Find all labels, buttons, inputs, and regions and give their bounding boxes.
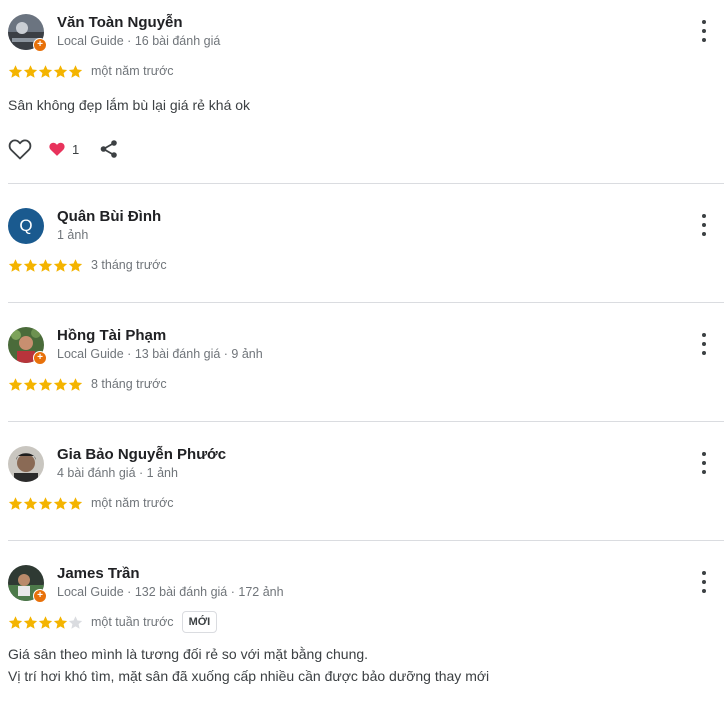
star-filled-icon — [8, 377, 23, 391]
star-rating — [8, 615, 83, 630]
reviewer-name[interactable]: James Trần — [57, 565, 284, 583]
star-filled-icon — [53, 64, 68, 78]
local-guide-badge-icon: + — [33, 589, 47, 603]
review-time: một năm trước — [91, 496, 174, 510]
star-filled-icon — [38, 258, 53, 272]
star-filled-icon — [38, 615, 53, 629]
reviewer-avatar[interactable] — [8, 446, 44, 482]
avatar-letter: Q — [8, 208, 44, 244]
star-rating — [8, 496, 83, 511]
heart-filled-icon — [49, 142, 65, 156]
star-filled-icon — [23, 64, 38, 78]
review-time: 3 tháng trước — [91, 258, 167, 272]
star-filled-icon — [68, 377, 83, 391]
star-filled-icon — [23, 615, 38, 629]
star-filled-icon — [68, 258, 83, 272]
reviewer-stats: 1 ảnh — [57, 228, 89, 242]
review-card: Gia Bảo Nguyễn Phước 4 bài đánh giá · 1 … — [0, 422, 716, 512]
star-filled-icon — [8, 64, 23, 78]
avatar-photo — [8, 446, 44, 482]
review-text: Giá sân theo mình là tương đối rẻ so với… — [8, 643, 716, 687]
share-button[interactable] — [99, 139, 119, 159]
reviewer-name[interactable]: Gia Bảo Nguyễn Phước — [57, 446, 226, 464]
star-filled-icon — [53, 496, 68, 510]
star-filled-icon — [38, 64, 53, 78]
reviewer-avatar[interactable]: + — [8, 565, 47, 603]
new-badge: MỚI — [181, 611, 218, 633]
local-guide-badge-icon: + — [33, 351, 47, 365]
more-options-icon[interactable] — [698, 452, 710, 474]
review-card: Q Quân Bùi Đình 1 ảnh 3 tháng trước — [0, 184, 716, 274]
star-filled-icon — [38, 377, 53, 391]
review-time: một năm trước — [91, 64, 174, 78]
review-card: + James Trần Local Guide · 132 bài đánh … — [0, 541, 716, 687]
local-guide-badge-icon: + — [33, 38, 47, 52]
review-time: 8 tháng trước — [91, 377, 167, 391]
star-filled-icon — [8, 615, 23, 629]
star-filled-icon — [8, 258, 23, 272]
reviewer-stats: Local Guide · 13 bài đánh giá · 9 ảnh — [57, 347, 263, 361]
star-rating — [8, 64, 83, 79]
like-button[interactable] — [8, 138, 32, 160]
reactions-button[interactable]: 1 — [48, 141, 79, 157]
review-text-line: Vị trí hơi khó tìm, mặt sân đã xuống cấp… — [8, 668, 490, 684]
reviewer-name[interactable]: Quân Bùi Đình — [57, 208, 161, 226]
review-time: một tuần trước — [91, 615, 174, 629]
review-card: + Văn Toàn Nguyễn Local Guide · 16 bài đ… — [0, 0, 716, 160]
star-filled-icon — [68, 64, 83, 78]
star-filled-icon — [53, 615, 68, 629]
more-options-icon[interactable] — [698, 214, 710, 236]
reviewer-avatar[interactable]: + — [8, 327, 47, 365]
reviewer-avatar[interactable]: Q — [8, 208, 44, 244]
review-text-line: Giá sân theo mình là tương đối rẻ so với… — [8, 646, 369, 662]
reviewer-avatar[interactable]: + — [8, 14, 47, 52]
reviewer-name[interactable]: Văn Toàn Nguyễn — [57, 14, 220, 32]
star-filled-icon — [38, 496, 53, 510]
review-text: Sân không đẹp lắm bù lại giá rẻ khá ok — [8, 97, 251, 113]
more-options-icon[interactable] — [698, 20, 710, 42]
star-rating — [8, 258, 83, 273]
reviewer-stats: Local Guide · 132 bài đánh giá · 172 ảnh — [57, 585, 284, 599]
star-filled-icon — [68, 496, 83, 510]
reviewer-name[interactable]: Hồng Tài Phạm — [57, 327, 263, 345]
star-filled-icon — [23, 377, 38, 391]
reviewer-stats: 4 bài đánh giá · 1 ảnh — [57, 466, 178, 480]
more-options-icon[interactable] — [698, 333, 710, 355]
star-filled-icon — [53, 377, 68, 391]
star-filled-icon — [53, 258, 68, 272]
more-options-icon[interactable] — [698, 571, 710, 593]
star-filled-icon — [8, 496, 23, 510]
reviewer-stats: Local Guide · 16 bài đánh giá — [57, 34, 221, 48]
star-rating — [8, 377, 83, 392]
star-filled-icon — [23, 258, 38, 272]
heart-outline-icon — [8, 139, 32, 160]
reaction-count: 1 — [72, 141, 80, 157]
share-icon — [100, 140, 118, 158]
review-card: + Hồng Tài Phạm Local Guide · 13 bài đán… — [0, 303, 716, 393]
star-filled-icon — [23, 496, 38, 510]
star-empty-icon — [68, 615, 83, 629]
